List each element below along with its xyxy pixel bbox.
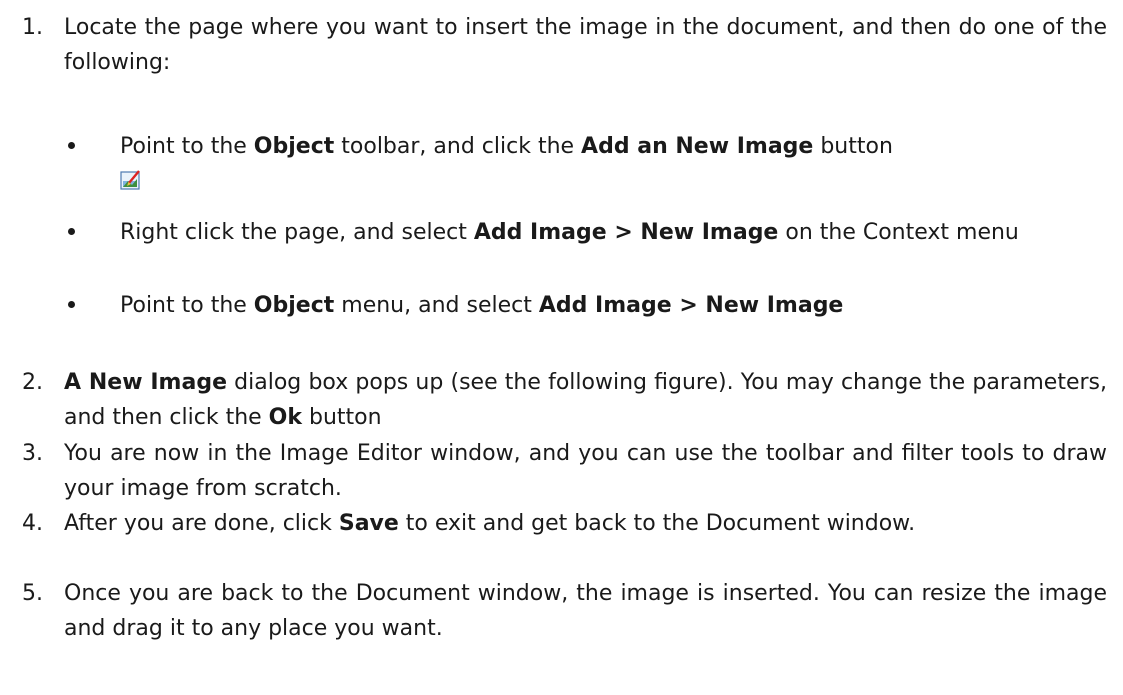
bullet-2: Right click the page, and select Add Ima… bbox=[68, 215, 1108, 250]
bullet-dot bbox=[68, 228, 75, 235]
bullet-dot bbox=[68, 142, 75, 149]
step-3: 3. You are now in the Image Editor windo… bbox=[22, 436, 1107, 506]
step-number: 5. bbox=[22, 581, 43, 606]
step-number: 2. bbox=[22, 370, 43, 395]
bullet-text: Right click the page, and select Add Ima… bbox=[120, 220, 1019, 245]
step-5: 5. Once you are back to the Document win… bbox=[22, 576, 1107, 646]
step-text: Once you are back to the Document window… bbox=[64, 581, 1114, 641]
step-text: Locate the page where you want to insert… bbox=[64, 15, 1114, 75]
step-text: You are now in the Image Editor window, … bbox=[64, 441, 1114, 501]
step-number: 3. bbox=[22, 441, 43, 466]
bullet-dot bbox=[68, 301, 75, 308]
add-new-image-icon[interactable] bbox=[120, 167, 142, 190]
step-4: 4. After you are done, click Save to exi… bbox=[22, 506, 1107, 541]
bullet-text: Point to the Object menu, and select Add… bbox=[120, 293, 844, 318]
step-text: A New Image dialog box pops up (see the … bbox=[64, 370, 1114, 430]
bullet-1: Point to the Object toolbar, and click t… bbox=[68, 129, 1108, 199]
step-text: After you are done, click Save to exit a… bbox=[64, 511, 916, 536]
bullet-text: Point to the Object toolbar, and click t… bbox=[120, 129, 1108, 199]
step-number: 4. bbox=[22, 511, 43, 536]
step-number: 1. bbox=[22, 15, 43, 40]
step-2: 2. A New Image dialog box pops up (see t… bbox=[22, 365, 1107, 435]
document-page: 1. Locate the page where you want to ins… bbox=[0, 0, 1123, 695]
bullet-3: Point to the Object menu, and select Add… bbox=[68, 288, 1108, 323]
step-1: 1. Locate the page where you want to ins… bbox=[22, 10, 1107, 80]
